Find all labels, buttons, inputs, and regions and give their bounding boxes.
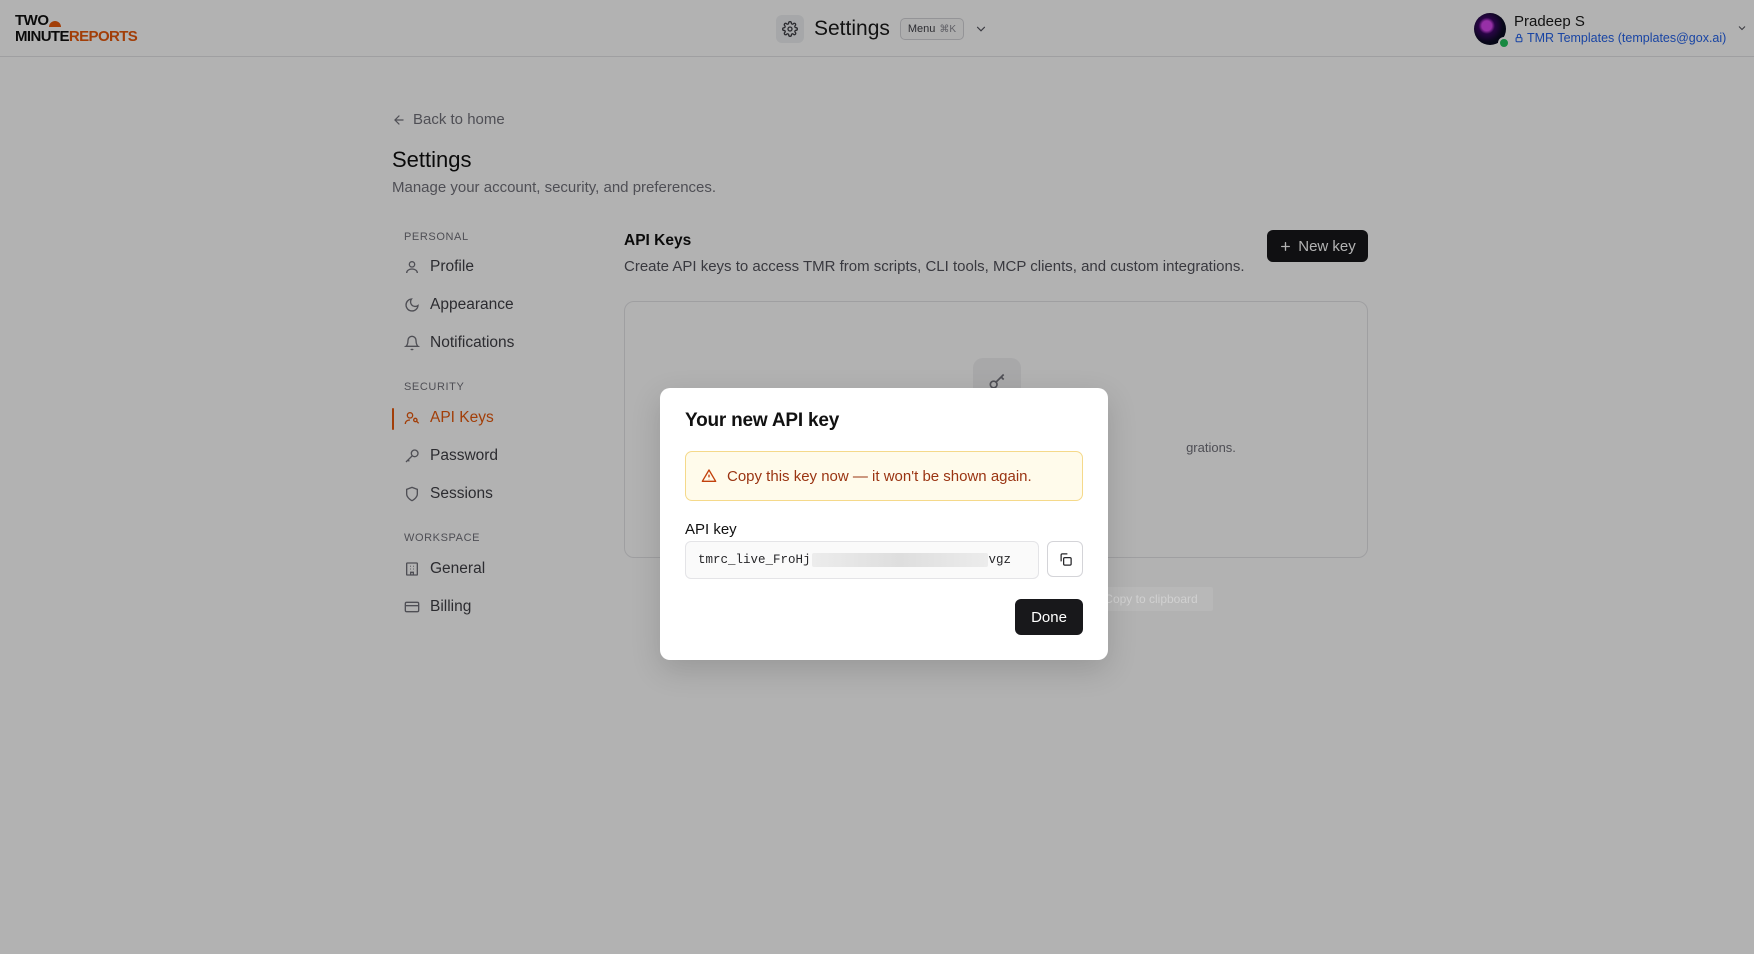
redacted-key-segment xyxy=(811,553,988,567)
copy-warning-banner: Copy this key now — it won't be shown ag… xyxy=(685,451,1083,501)
warning-text: Copy this key now — it won't be shown ag… xyxy=(727,467,1032,485)
warning-triangle-icon xyxy=(701,469,717,482)
copy-key-button[interactable] xyxy=(1047,541,1083,577)
done-button[interactable]: Done xyxy=(1015,599,1083,635)
api-key-label: API key xyxy=(685,521,737,538)
copy-icon xyxy=(1060,552,1072,566)
new-api-key-dialog: Your new API key Copy this key now — it … xyxy=(660,388,1108,660)
dialog-title: Your new API key xyxy=(685,410,840,431)
api-key-field[interactable]: tmrc_live_FroHj vgz xyxy=(685,541,1039,579)
